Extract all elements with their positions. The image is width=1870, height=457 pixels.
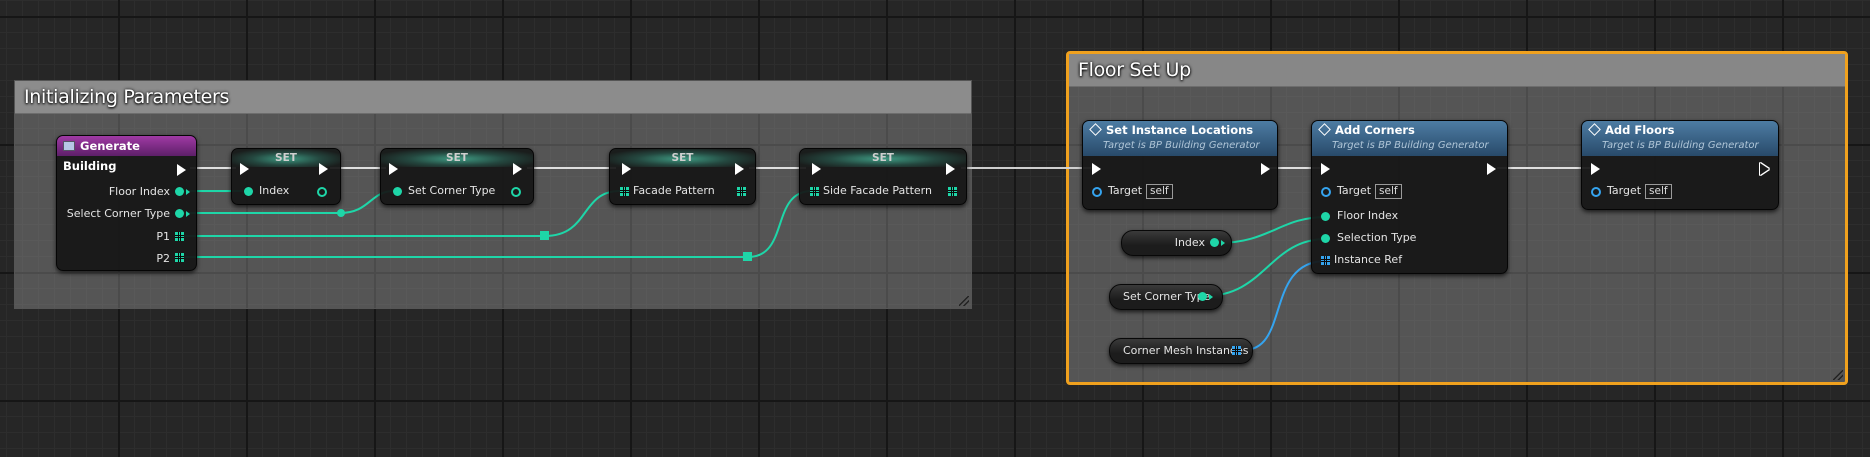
node-title: Add Corners [1335, 123, 1415, 137]
exec-in-pin[interactable] [1591, 163, 1600, 175]
var-label-corner-mesh-instances: Corner Mesh Instances [1123, 344, 1249, 357]
set-node-index[interactable]: SET Index [231, 148, 341, 205]
instance-ref-input-pin[interactable] [1321, 256, 1330, 265]
corner-type-output-pin[interactable] [1198, 292, 1207, 301]
pin-arrow [1209, 294, 1213, 300]
pin-label-p1: P1 [156, 230, 170, 243]
comment-title[interactable]: Floor Set Up [1069, 54, 1845, 87]
function-icon [1588, 123, 1601, 136]
corner-mesh-instances-output-pin[interactable] [1232, 346, 1241, 355]
exec-in-pin[interactable] [389, 163, 398, 175]
node-title: Set Instance Locations [1106, 123, 1254, 137]
facade-pattern-input-pin[interactable] [620, 187, 629, 196]
index-output-pin[interactable] [317, 187, 327, 197]
function-icon [1089, 123, 1102, 136]
pin-label-target: Target self [1607, 184, 1672, 199]
node-subtitle: Target is BP Building Generator [1602, 140, 1759, 151]
exec-in-pin[interactable] [1321, 163, 1330, 175]
pin-label-floor-index: Floor Index [1337, 209, 1399, 222]
exec-out-pin[interactable] [319, 163, 328, 175]
target-pin[interactable] [1591, 187, 1601, 197]
comment-title[interactable]: Initializing Parameters [15, 81, 971, 114]
set-node-set-corner-type[interactable]: SET Set Corner Type [380, 148, 534, 205]
pin-arrow [186, 189, 190, 195]
exec-out-pin[interactable] [513, 163, 522, 175]
exec-out-pin[interactable] [735, 163, 744, 175]
pin-label-target: Target self [1337, 184, 1402, 199]
function-icon [1318, 123, 1331, 136]
exec-in-pin[interactable] [812, 163, 821, 175]
exec-out-pin[interactable] [946, 163, 955, 175]
pin-label-floor-index: Floor Index [108, 185, 170, 198]
pin-label-index: Index [259, 184, 290, 197]
floor-index-input-pin[interactable] [1321, 212, 1330, 221]
pin-label-facade-pattern: Facade Pattern [633, 184, 715, 197]
side-facade-pattern-output-pin[interactable] [948, 187, 957, 196]
event-icon [63, 141, 75, 151]
self-default: self [1375, 184, 1402, 199]
index-output-pin[interactable] [1210, 238, 1219, 247]
exec-out-pin[interactable] [1487, 163, 1496, 175]
facade-pattern-output-pin[interactable] [737, 187, 746, 196]
exec-in-pin[interactable] [240, 163, 249, 175]
get-node-index[interactable]: Index [1121, 230, 1232, 256]
function-node-set-instance-locations[interactable]: Set Instance Locations Target is BP Buil… [1082, 120, 1278, 210]
node-subtitle: Target is BP Building Generator [1103, 140, 1260, 151]
index-input-pin[interactable] [244, 187, 253, 196]
pin-label-target: Target self [1108, 184, 1173, 199]
self-default: self [1645, 184, 1672, 199]
get-node-corner-mesh-instances[interactable]: Corner Mesh Instances [1109, 338, 1253, 364]
var-label-index: Index [1174, 236, 1205, 249]
function-node-add-floors[interactable]: Add Floors Target is BP Building Generat… [1581, 120, 1779, 210]
exec-in-pin[interactable] [622, 163, 631, 175]
node-title: Add Floors [1605, 123, 1675, 137]
pin-label-p2: P2 [156, 252, 170, 265]
node-title: SET [610, 149, 755, 167]
resize-handle[interactable] [959, 296, 969, 306]
p2-array-pin[interactable] [175, 253, 184, 262]
exec-out-pin[interactable] [177, 164, 186, 176]
exec-out-pin-unconnected[interactable] [1760, 163, 1769, 175]
floor-index-pin[interactable] [175, 187, 184, 196]
corner-type-output-pin[interactable] [511, 187, 521, 197]
resize-handle[interactable] [1833, 370, 1843, 380]
select-corner-type-pin[interactable] [175, 209, 184, 218]
p1-array-pin[interactable] [175, 232, 184, 241]
corner-type-input-pin[interactable] [393, 187, 402, 196]
selection-type-input-pin[interactable] [1321, 234, 1330, 243]
exec-out-pin[interactable] [1261, 163, 1270, 175]
node-title: SET [381, 149, 533, 167]
target-pin[interactable] [1092, 187, 1102, 197]
node-title: SET [800, 149, 966, 167]
self-default: self [1146, 184, 1173, 199]
node-subtitle: Target is BP Building Generator [1332, 140, 1489, 151]
pin-arrow [1221, 240, 1225, 246]
event-node-generate-building[interactable]: Generate Building Floor Index Select Cor… [56, 135, 197, 271]
exec-in-pin[interactable] [1092, 163, 1101, 175]
pin-label-side-facade-pattern: Side Facade Pattern [823, 184, 932, 197]
pin-label-set-corner-type: Set Corner Type [408, 184, 496, 197]
pin-label-selection-type: Selection Type [1337, 231, 1417, 244]
set-node-facade-pattern[interactable]: SET Facade Pattern [609, 148, 756, 205]
pin-arrow [186, 211, 190, 217]
target-pin[interactable] [1321, 187, 1331, 197]
set-node-side-facade-pattern[interactable]: SET Side Facade Pattern [799, 148, 967, 205]
side-facade-pattern-input-pin[interactable] [810, 187, 819, 196]
function-node-add-corners[interactable]: Add Corners Target is BP Building Genera… [1311, 120, 1508, 274]
get-node-set-corner-type[interactable]: Set Corner Type [1109, 284, 1223, 310]
pin-label-instance-ref: Instance Ref [1334, 253, 1403, 266]
pin-label-select-corner-type: Select Corner Type [66, 207, 170, 220]
